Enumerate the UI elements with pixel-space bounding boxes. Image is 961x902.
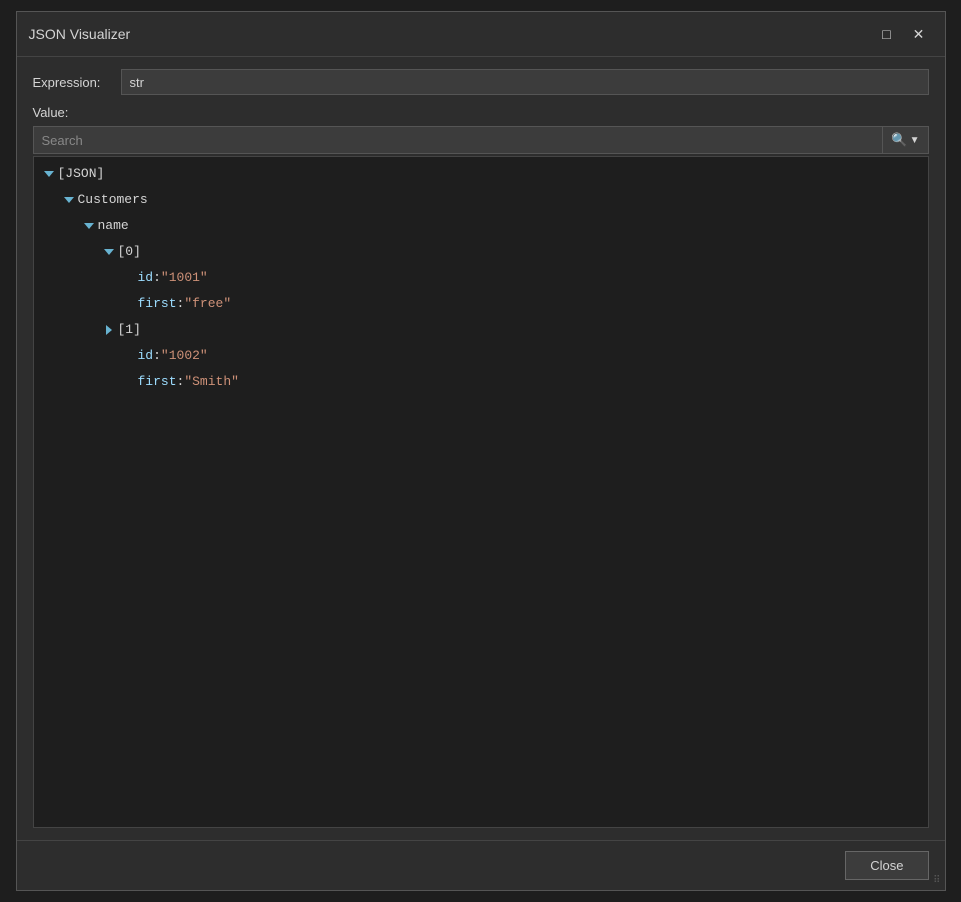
node-value-id-1002: "1002": [161, 345, 208, 367]
search-dropdown-icon: ▼: [910, 135, 920, 146]
chevron-customers[interactable]: [62, 193, 76, 207]
node-sep-id-1002: :: [153, 345, 161, 367]
json-visualizer-dialog: JSON Visualizer □ ✕ Expression: Value: 🔍…: [16, 11, 946, 891]
expression-input[interactable]: [121, 69, 929, 95]
node-text-item-1: [1]: [118, 319, 141, 341]
value-label: Value:: [33, 105, 929, 120]
node-value-id-1001: "1001": [161, 267, 208, 289]
tree-inner: [JSON] Customers name: [34, 157, 928, 827]
tree-node-json-root: [JSON]: [34, 161, 928, 187]
search-input[interactable]: [34, 129, 883, 152]
expression-label: Expression:: [33, 75, 113, 90]
node-key-id-1001: id: [138, 267, 154, 289]
expression-row: Expression:: [33, 69, 929, 95]
chevron-item-0[interactable]: [102, 245, 116, 259]
node-value-first-free: "free": [184, 293, 231, 315]
chevron-item-1[interactable]: [102, 323, 116, 337]
close-button[interactable]: Close: [845, 851, 928, 880]
node-text-name: name: [98, 215, 129, 237]
maximize-button[interactable]: □: [873, 20, 901, 48]
node-text-json-root: [JSON]: [58, 163, 105, 185]
node-text-customers: Customers: [78, 189, 148, 211]
watermark: ⠿: [933, 875, 940, 886]
tree-node-item-0: [0]: [34, 239, 928, 265]
title-bar: JSON Visualizer □ ✕: [17, 12, 945, 57]
chevron-name[interactable]: [82, 219, 96, 233]
chevron-json-root[interactable]: [42, 167, 56, 181]
search-button[interactable]: 🔍 ▼: [882, 127, 927, 153]
tree-node-item-1: [1]: [34, 317, 928, 343]
tree-container[interactable]: [JSON] Customers name: [33, 156, 929, 828]
search-bar: 🔍 ▼: [33, 126, 929, 154]
tree-node-first-free: first : "free": [34, 291, 928, 317]
node-key-id-1002: id: [138, 345, 154, 367]
content-area: Expression: Value: 🔍 ▼ [JSON]: [17, 57, 945, 840]
tree-wrapper: [JSON] Customers name: [33, 156, 929, 828]
tree-node-id-1002: id : "1002": [34, 343, 928, 369]
search-icon: 🔍: [891, 132, 907, 148]
tree-node-first-smith: first : "Smith": [34, 369, 928, 395]
node-key-first-free: first: [138, 293, 177, 315]
tree-node-name: name: [34, 213, 928, 239]
node-key-first-smith: first: [138, 371, 177, 393]
title-bar-buttons: □ ✕: [873, 20, 933, 48]
title-close-button[interactable]: ✕: [905, 20, 933, 48]
node-sep-first-smith: :: [177, 371, 185, 393]
tree-node-customers: Customers: [34, 187, 928, 213]
node-sep-first-free: :: [177, 293, 185, 315]
dialog-title: JSON Visualizer: [29, 26, 131, 42]
tree-node-id-1001: id : "1001": [34, 265, 928, 291]
node-value-first-smith: "Smith": [184, 371, 239, 393]
footer: Close: [17, 840, 945, 890]
node-sep-id-1001: :: [153, 267, 161, 289]
node-text-item-0: [0]: [118, 241, 141, 263]
